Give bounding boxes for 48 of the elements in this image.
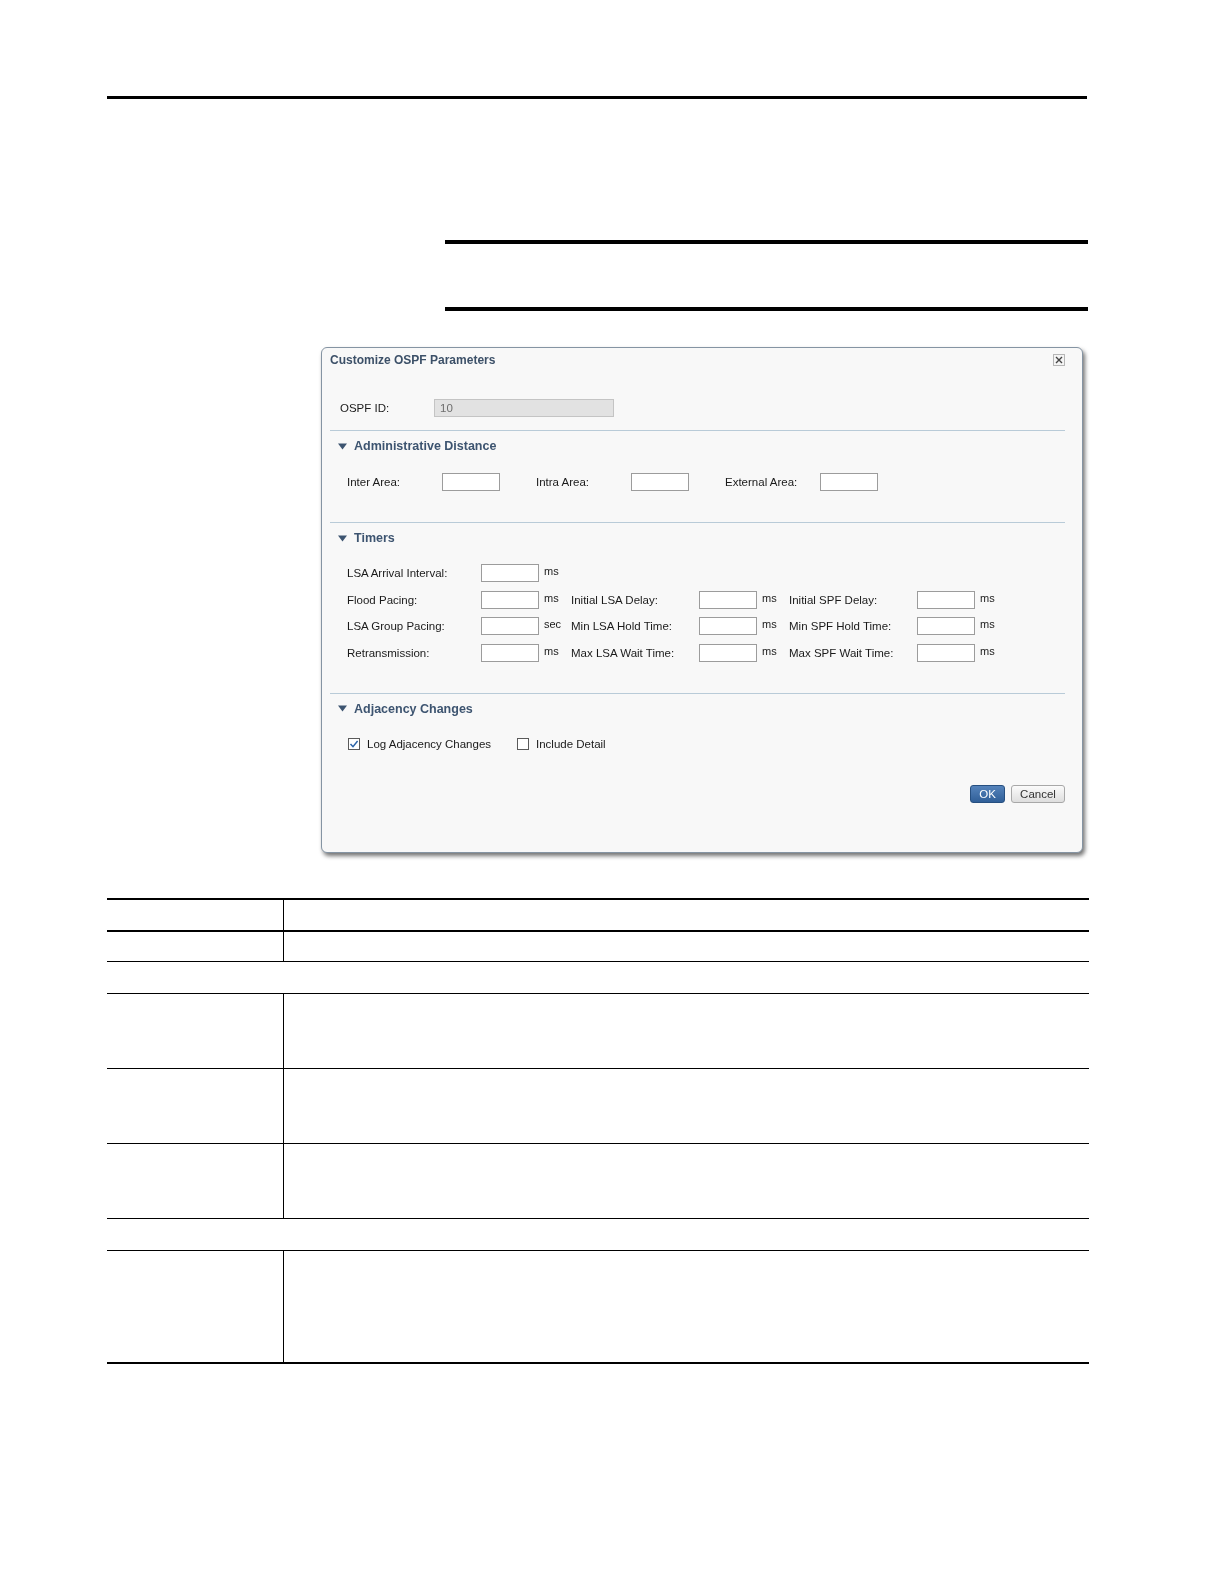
checkbox-label[interactable]: Include Detail — [536, 737, 606, 750]
input-field[interactable] — [917, 590, 975, 609]
input-field[interactable] — [481, 564, 539, 582]
field-label: Max SPF Wait Time: — [789, 646, 895, 659]
field-label: LSA Arrival Interval: — [347, 567, 449, 579]
checkbox[interactable] — [517, 737, 529, 750]
field-label: Intra Area: — [536, 476, 591, 488]
unit-label: ms — [979, 644, 996, 657]
unit-label: ms — [543, 565, 560, 577]
input-field[interactable] — [699, 643, 757, 662]
field-label: Flood Pacing: — [347, 593, 419, 606]
input-field[interactable] — [481, 590, 539, 609]
field-label: Initial SPF Delay: — [789, 593, 879, 606]
ok-button[interactable]: OK — [970, 784, 1005, 803]
field-label: OSPF ID: — [340, 402, 391, 414]
section-header[interactable]: Adjacency Changes — [338, 700, 473, 717]
field-label: Inter Area: — [347, 476, 402, 488]
input-field[interactable] — [917, 643, 975, 662]
input-field[interactable] — [481, 643, 539, 662]
checkbox-label[interactable]: Log Adjacency Changes — [367, 737, 492, 750]
input-field[interactable] — [442, 473, 500, 491]
field-label: Retransmission: — [347, 646, 431, 659]
input-field[interactable] — [631, 473, 689, 491]
unit-label: sec — [543, 618, 563, 630]
input-field[interactable] — [699, 590, 757, 609]
unit-label: ms — [543, 644, 560, 657]
unit-label: ms — [543, 591, 560, 604]
dialog-title: Customize OSPF Parameters — [330, 353, 496, 367]
cancel-button[interactable]: Cancel — [1011, 784, 1065, 803]
input-field[interactable] — [481, 617, 539, 635]
unit-label: ms — [761, 644, 778, 657]
section-header[interactable]: Administrative Distance — [338, 438, 497, 454]
unit-label: ms — [761, 618, 778, 630]
field-label: Min SPF Hold Time: — [789, 620, 893, 632]
field-label: Min LSA Hold Time: — [571, 620, 673, 632]
unit-label: ms — [979, 618, 996, 630]
unit-label: ms — [979, 591, 996, 604]
field-label: Initial LSA Delay: — [571, 593, 659, 606]
field-label: LSA Group Pacing: — [347, 620, 446, 632]
input-field[interactable] — [820, 473, 878, 491]
field-label: External Area: — [725, 476, 799, 488]
field-label: Max LSA Wait Time: — [571, 646, 676, 659]
unit-label: ms — [761, 591, 778, 604]
section-header[interactable]: Timers — [338, 530, 395, 546]
input-field[interactable] — [917, 617, 975, 635]
close-icon[interactable] — [1053, 354, 1065, 366]
input-field[interactable] — [699, 617, 757, 635]
checkbox[interactable] — [348, 737, 360, 750]
